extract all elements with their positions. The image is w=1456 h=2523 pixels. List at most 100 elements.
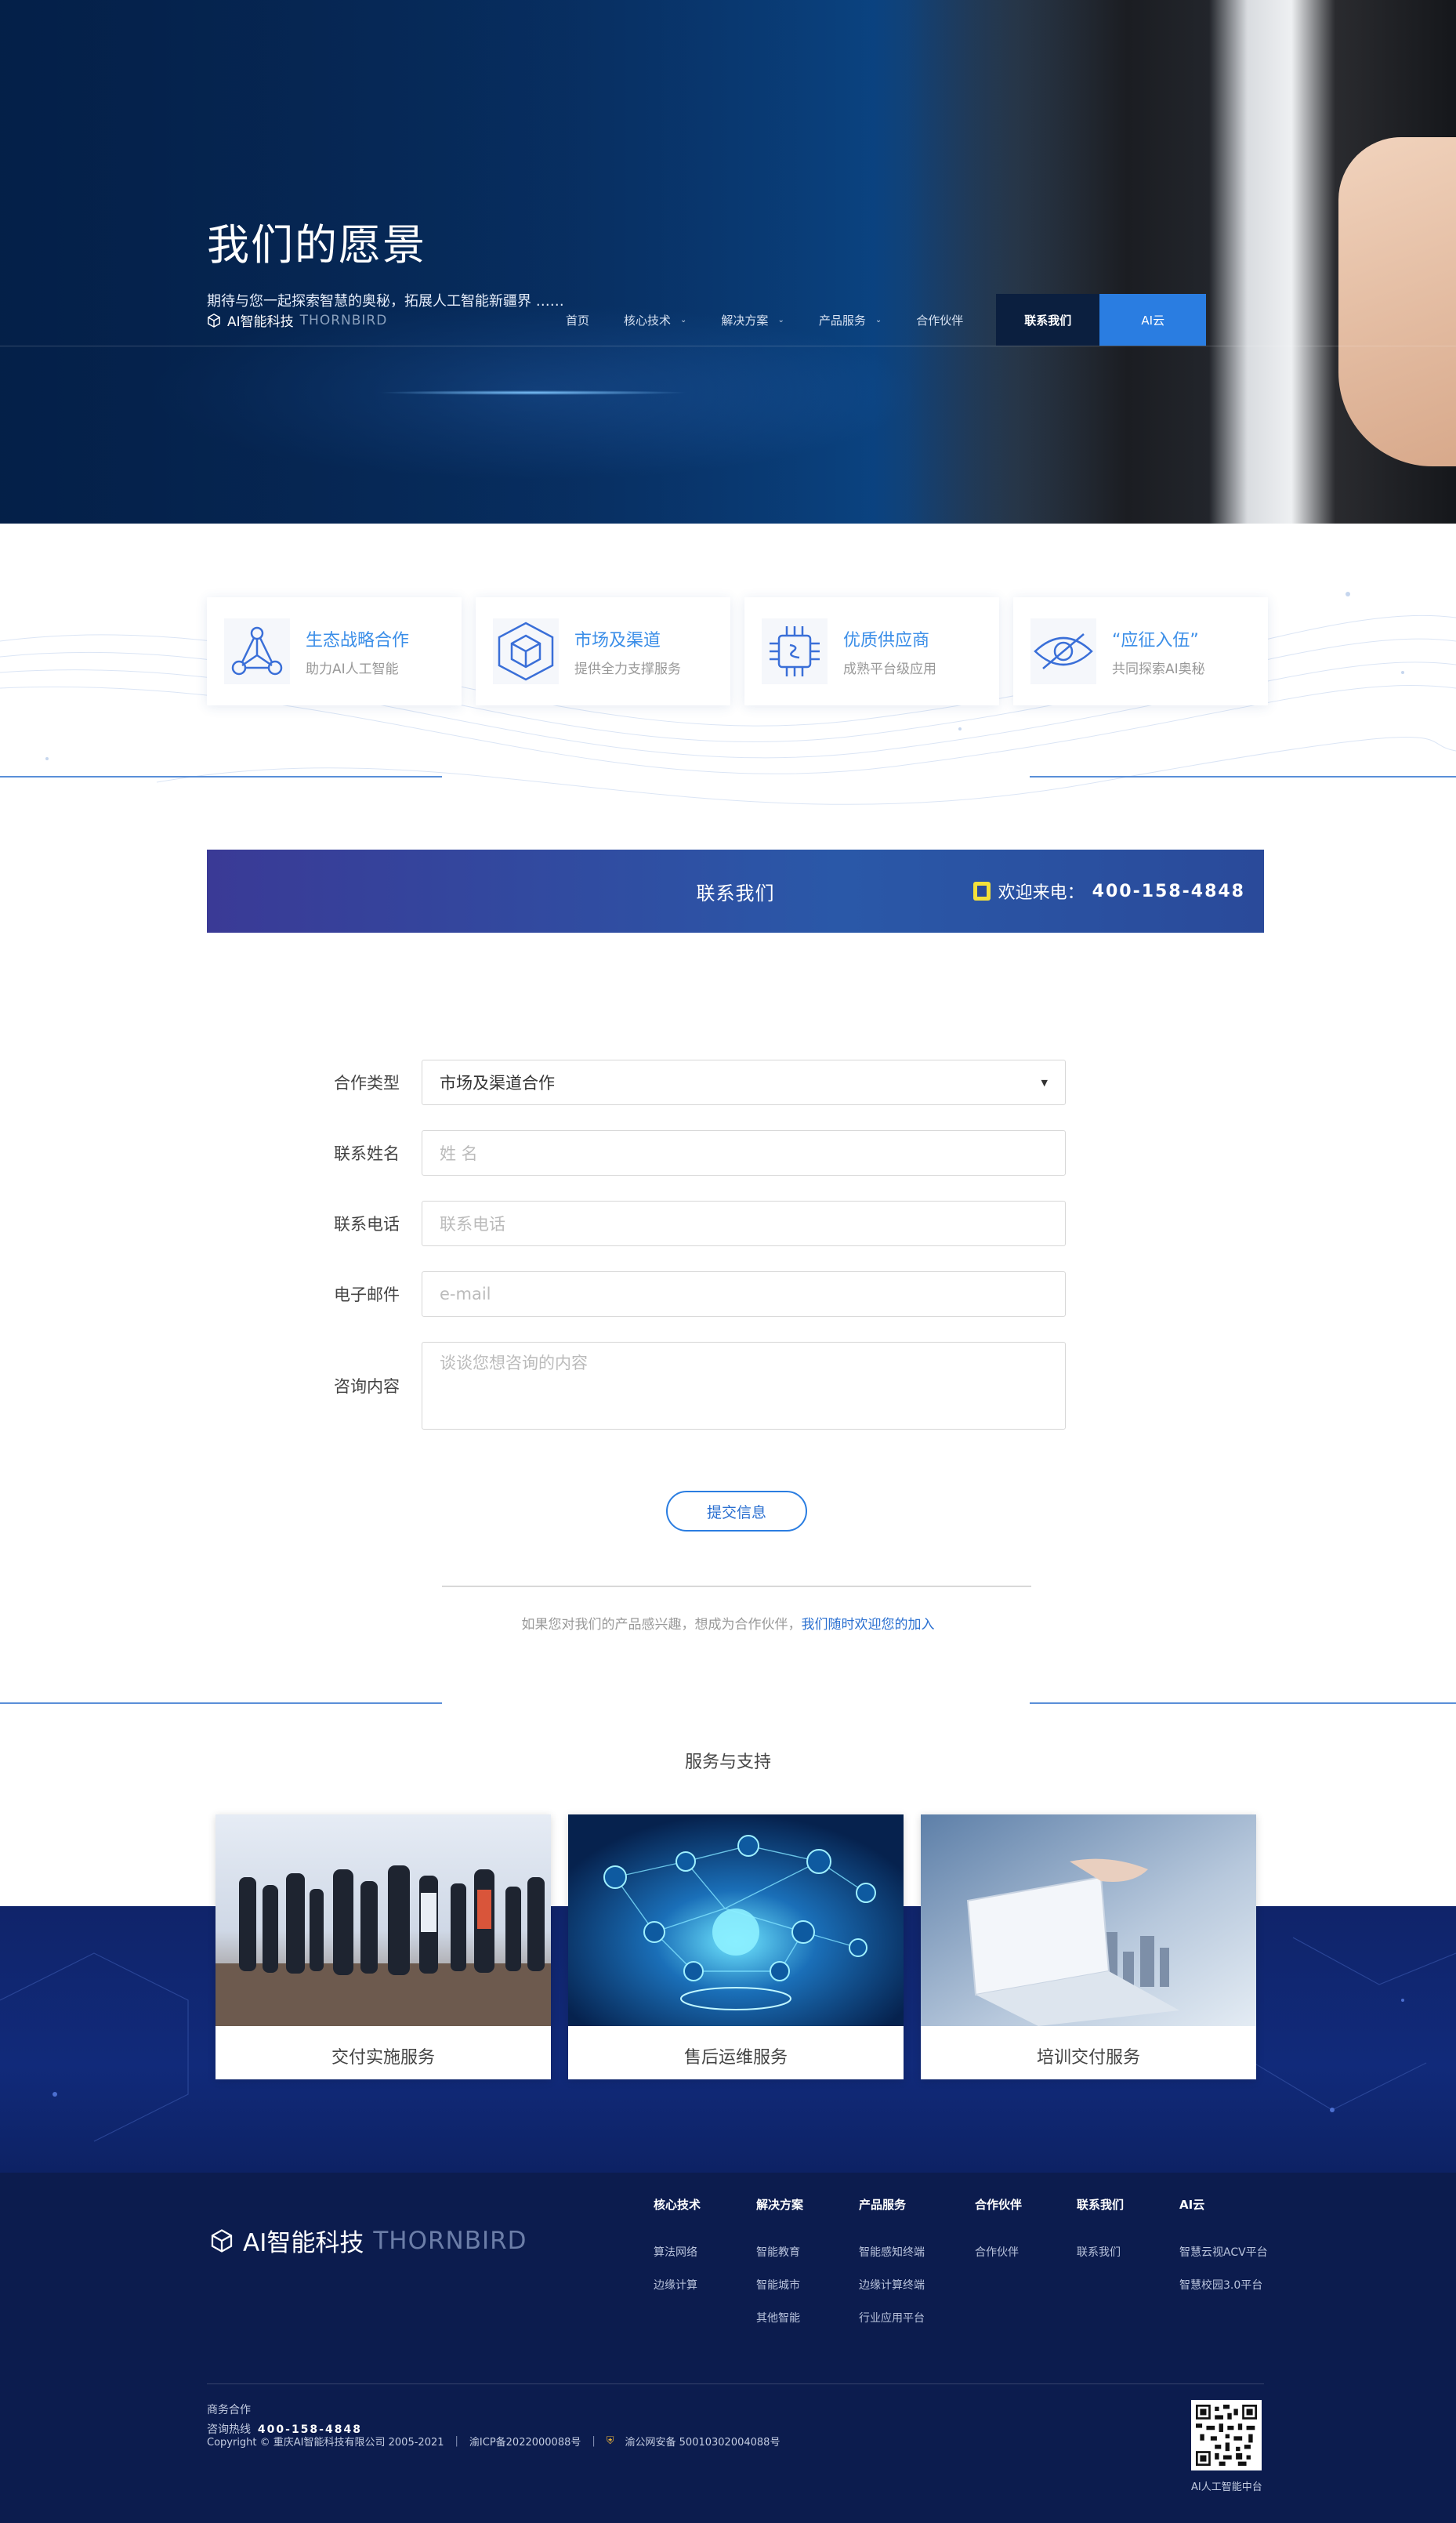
nav-partners[interactable]: 合作伙伴: [899, 294, 980, 346]
footer-col-core-tech: 核心技术 算法网络 边缘计算: [654, 2198, 701, 2293]
chip-icon: [770, 626, 820, 676]
police-link[interactable]: 渝公网安备 50010302004088号: [625, 2434, 781, 2449]
footer-col-ai-cloud: AI云 智慧云视ACV平台 智慧校园3.0平台: [1179, 2198, 1268, 2293]
footer-divider: [207, 2383, 1264, 2384]
form-row-content: 咨询内容 谈谈您想咨询的内容: [334, 1342, 1066, 1430]
footer-link[interactable]: 智能城市: [756, 2277, 803, 2293]
nav-contact-button[interactable]: 联系我们: [996, 294, 1100, 346]
join-note: 如果您对我们的产品感兴趣，想成为合作伙伴，我们随时欢迎您的加入: [521, 1617, 935, 1633]
nav-home[interactable]: 首页: [549, 294, 607, 346]
footer-logo[interactable]: AI智能科技 THORNBIRD: [210, 2223, 527, 2258]
qr-code: [1191, 2400, 1262, 2470]
service-card[interactable]: 交付实施服务: [216, 1814, 551, 2079]
footer-link[interactable]: 其他智能: [756, 2310, 803, 2325]
cube-logo-icon: [208, 313, 220, 328]
nav-products[interactable]: 产品服务 ⌄: [802, 294, 899, 346]
phone-input[interactable]: 联系电话: [422, 1201, 1066, 1246]
nav-ai-cloud-button[interactable]: AI云: [1099, 294, 1207, 346]
footer-link[interactable]: 智能教育: [756, 2244, 803, 2260]
footer-col-solutions: 解决方案 智能教育 智能城市 其他智能: [756, 2198, 804, 2325]
content-textarea[interactable]: 谈谈您想咨询的内容: [422, 1342, 1066, 1430]
feature-card[interactable]: 生态战略合作助力AI人工智能: [207, 597, 462, 705]
section-divider-left: [0, 1702, 442, 1704]
join-link[interactable]: 我们随时欢迎您的加入: [802, 1617, 935, 1633]
chevron-down-icon: ⌄: [777, 315, 784, 324]
name-input[interactable]: 姓 名: [422, 1130, 1066, 1176]
feature-title: “应征入伍”: [1112, 630, 1199, 651]
qr-label: AI人工智能中台: [1191, 2481, 1262, 2493]
footer-link[interactable]: 智慧云视ACV平台: [1179, 2244, 1268, 2260]
network-icon: [231, 626, 283, 676]
type-value: 市场及渠道合作: [440, 1074, 555, 1093]
footer-link[interactable]: 智能感知终端: [859, 2244, 925, 2260]
contact-banner: 联系我们 欢迎来电： 400-158-4848: [207, 850, 1264, 933]
feature-card[interactable]: 市场及渠道 提供全力支撑服务: [476, 597, 730, 705]
content-label: 咨询内容: [334, 1377, 400, 1396]
phone-icon: [972, 882, 991, 901]
banner-phone: 欢迎来电： 400-158-4848: [972, 879, 1245, 904]
hero-title: 我们的愿景: [207, 220, 426, 270]
footer-brand-name: AI智能科技: [243, 2229, 364, 2257]
cooperation-type-select[interactable]: 市场及渠道合作 ▼: [422, 1060, 1066, 1105]
feature-card[interactable]: “应征入伍” 共同探索AI奥秘: [1013, 597, 1268, 705]
footer-col-contact: 联系我们 联系我们: [1077, 2198, 1125, 2260]
phone-label: 联系电话: [334, 1215, 400, 1234]
main-nav: 首页 核心技术 ⌄ 解决方案 ⌄ 产品服务 ⌄ 合作伙伴 联系我们 AI云: [549, 294, 1207, 346]
feature-desc: 成熟平台级应用: [843, 661, 936, 677]
service-label: 培训交付服务: [1036, 2048, 1140, 2068]
footer-link[interactable]: 算法网络: [654, 2244, 701, 2260]
cube-icon: [498, 622, 554, 681]
type-label: 合作类型: [334, 1074, 400, 1093]
footer-link[interactable]: 行业应用平台: [859, 2310, 925, 2325]
footer-link[interactable]: 边缘计算: [654, 2277, 701, 2293]
services-title: 服务与支持: [684, 1753, 771, 1772]
form-divider: [442, 1586, 1031, 1587]
footer-col-products: 产品服务 智能感知终端 边缘计算终端 行业应用平台: [859, 2198, 925, 2325]
feature-title: 优质供应商: [843, 630, 930, 651]
cube-logo-icon: [211, 2228, 233, 2253]
section-divider-right: [1030, 776, 1456, 778]
feature-cards: 生态战略合作助力AI人工智能 市场及渠道 提供全力支撑服务 优质供应商成熟平台级应…: [207, 597, 1268, 705]
footer-col-partners: 合作伙伴 合作伙伴: [975, 2198, 1023, 2260]
email-label: 电子邮件: [334, 1285, 400, 1304]
feature-desc: 助力AI人工智能: [306, 661, 399, 677]
footer-link[interactable]: 边缘计算终端: [859, 2277, 925, 2293]
footer-link[interactable]: 智慧校园3.0平台: [1179, 2277, 1268, 2293]
laptop-handshake-image: [921, 1814, 1256, 2026]
service-card[interactable]: 培训交付服务: [921, 1814, 1256, 2079]
nav-solutions[interactable]: 解决方案 ⌄: [704, 294, 801, 346]
header-logo[interactable]: AI智能科技 THORNBIRD: [207, 310, 387, 330]
email-input[interactable]: e-mail: [422, 1271, 1066, 1317]
form-row-name: 联系姓名 姓 名: [334, 1130, 1066, 1176]
section-divider-right: [1030, 1702, 1456, 1704]
submit-button[interactable]: 提交信息: [666, 1491, 807, 1532]
footer-brand-en: THORNBIRD: [373, 2226, 527, 2255]
name-label: 联系姓名: [334, 1144, 400, 1163]
service-label: 售后运维服务: [683, 2048, 788, 2068]
banner-phone-number: 400-158-4848: [1092, 881, 1245, 901]
icp-link[interactable]: 渝ICP备2022000088号: [469, 2434, 581, 2449]
hero-handshake-hand: [1338, 137, 1456, 466]
chevron-down-icon: ⌄: [680, 315, 687, 324]
service-label: 交付实施服务: [331, 2048, 435, 2068]
brand-en: THORNBIRD: [299, 312, 388, 328]
police-badge-icon: ⛨: [606, 2435, 614, 2447]
brand-name: AI智能科技: [227, 314, 294, 330]
hero-light-glow: [376, 390, 690, 395]
form-row-phone: 联系电话 联系电话: [334, 1201, 1066, 1246]
hero-subtitle: 期待与您一起探索智慧的奥秘，拓展人工智能新疆界 ……: [207, 293, 564, 310]
feature-desc: 共同探索AI奥秘: [1112, 661, 1205, 677]
form-row-type: 合作类型 市场及渠道合作 ▼: [334, 1060, 1066, 1105]
service-card[interactable]: 售后运维服务: [568, 1814, 904, 2079]
feature-title: 生态战略合作: [306, 630, 410, 651]
footer-biz: 商务合作: [207, 2404, 251, 2416]
dropdown-caret-icon: ▼: [1041, 1077, 1048, 1088]
nav-core-tech[interactable]: 核心技术 ⌄: [607, 294, 704, 346]
feature-card[interactable]: 优质供应商成熟平台级应用: [744, 597, 999, 705]
footer-copyright: Copyright © 重庆AI智能科技有限公司 2005-2021 | 渝IC…: [207, 2434, 781, 2449]
form-row-email: 电子邮件 e-mail: [334, 1271, 1066, 1317]
footer-link[interactable]: 联系我们: [1077, 2244, 1124, 2260]
network-tech-image: [568, 1814, 904, 2026]
feature-desc: 提供全力支撑服务: [574, 661, 681, 677]
footer-link[interactable]: 合作伙伴: [975, 2244, 1022, 2260]
